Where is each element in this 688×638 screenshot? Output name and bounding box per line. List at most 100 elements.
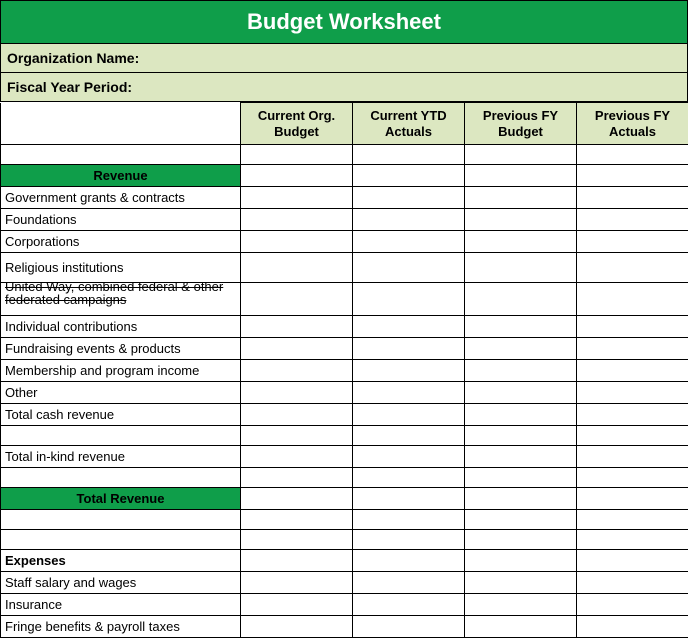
cell[interactable]	[241, 404, 353, 426]
cell[interactable]	[353, 360, 465, 382]
fiscal-year-label: Fiscal Year Period:	[0, 73, 688, 102]
row-label	[1, 468, 241, 488]
cell[interactable]	[577, 468, 688, 488]
cell[interactable]	[577, 404, 688, 426]
cell[interactable]	[241, 594, 353, 616]
cell[interactable]	[465, 382, 577, 404]
row-label: Other	[1, 382, 241, 404]
cell[interactable]	[241, 316, 353, 338]
cell[interactable]	[465, 253, 577, 283]
table-row[interactable]: United Way, combined federal & other fed…	[1, 283, 688, 316]
cell[interactable]	[241, 572, 353, 594]
cell[interactable]	[241, 253, 353, 283]
expenses-section-row: Expenses	[1, 550, 688, 572]
cell[interactable]	[241, 209, 353, 231]
row-label: Government grants & contracts	[1, 187, 241, 209]
cell[interactable]	[465, 616, 577, 638]
table-row[interactable]	[1, 426, 688, 446]
cell[interactable]	[353, 616, 465, 638]
header-previous-fy-actuals: Previous FY Actuals	[577, 103, 688, 145]
cell[interactable]	[353, 231, 465, 253]
cell[interactable]	[353, 209, 465, 231]
cell[interactable]	[465, 572, 577, 594]
table-row[interactable]: Other	[1, 382, 688, 404]
cell[interactable]	[241, 426, 353, 446]
cell[interactable]	[577, 187, 688, 209]
table-row[interactable]: Total in-kind revenue	[1, 446, 688, 468]
cell[interactable]	[577, 572, 688, 594]
cell[interactable]	[465, 338, 577, 360]
cell[interactable]	[577, 594, 688, 616]
cell[interactable]	[577, 446, 688, 468]
cell[interactable]	[241, 338, 353, 360]
table-row[interactable]: Total cash revenue	[1, 404, 688, 426]
cell[interactable]	[577, 426, 688, 446]
row-label: Membership and program income	[1, 360, 241, 382]
cell[interactable]	[465, 316, 577, 338]
cell[interactable]	[577, 316, 688, 338]
cell[interactable]	[465, 594, 577, 616]
cell[interactable]	[577, 616, 688, 638]
cell[interactable]	[353, 253, 465, 283]
cell[interactable]	[465, 404, 577, 426]
cell[interactable]	[353, 338, 465, 360]
row-label: Corporations	[1, 231, 241, 253]
cell[interactable]	[241, 187, 353, 209]
cell[interactable]	[577, 253, 688, 283]
row-label: Staff salary and wages	[1, 572, 241, 594]
table-row[interactable]: Individual contributions	[1, 316, 688, 338]
table-row[interactable]: Fringe benefits & payroll taxes	[1, 616, 688, 638]
cell[interactable]	[353, 468, 465, 488]
cell[interactable]	[241, 231, 353, 253]
cell[interactable]	[577, 209, 688, 231]
cell[interactable]	[577, 231, 688, 253]
table-row[interactable]: Corporations	[1, 231, 688, 253]
cell[interactable]	[353, 382, 465, 404]
cell[interactable]	[465, 231, 577, 253]
header-current-org-budget: Current Org. Budget	[241, 103, 353, 145]
cell[interactable]	[465, 426, 577, 446]
cell[interactable]	[577, 338, 688, 360]
cell[interactable]	[465, 209, 577, 231]
row-label: Individual contributions	[1, 316, 241, 338]
cell[interactable]	[353, 316, 465, 338]
cell[interactable]	[241, 382, 353, 404]
cell[interactable]	[353, 187, 465, 209]
cell[interactable]	[577, 360, 688, 382]
table-row[interactable]: Religious institutions	[1, 253, 688, 283]
row-label: Religious institutions	[1, 253, 241, 283]
spacer-row	[1, 145, 688, 165]
cell[interactable]	[353, 426, 465, 446]
row-label	[1, 426, 241, 446]
cell[interactable]	[353, 572, 465, 594]
table-row[interactable]: Fundraising events & products	[1, 338, 688, 360]
cell[interactable]	[465, 187, 577, 209]
table-row[interactable]	[1, 468, 688, 488]
cell[interactable]	[353, 404, 465, 426]
spacer-row	[1, 510, 688, 530]
table-row[interactable]: Membership and program income	[1, 360, 688, 382]
cell[interactable]	[241, 283, 353, 316]
cell[interactable]	[241, 446, 353, 468]
header-empty	[1, 103, 241, 145]
table-row[interactable]: Staff salary and wages	[1, 572, 688, 594]
cell[interactable]	[353, 594, 465, 616]
cell[interactable]	[465, 446, 577, 468]
cell[interactable]	[241, 616, 353, 638]
revenue-section-header: Revenue	[1, 165, 241, 187]
cell[interactable]	[241, 468, 353, 488]
cell[interactable]	[353, 446, 465, 468]
cell[interactable]	[465, 283, 577, 316]
cell[interactable]	[465, 468, 577, 488]
row-label: United Way, combined federal & other fed…	[1, 283, 241, 316]
cell[interactable]	[241, 360, 353, 382]
expenses-section-header: Expenses	[1, 550, 241, 572]
row-label: Total cash revenue	[1, 404, 241, 426]
cell[interactable]	[353, 283, 465, 316]
table-row[interactable]: Insurance	[1, 594, 688, 616]
cell[interactable]	[577, 382, 688, 404]
table-row[interactable]: Government grants & contracts	[1, 187, 688, 209]
table-row[interactable]: Foundations	[1, 209, 688, 231]
cell[interactable]	[577, 283, 688, 316]
cell[interactable]	[465, 360, 577, 382]
